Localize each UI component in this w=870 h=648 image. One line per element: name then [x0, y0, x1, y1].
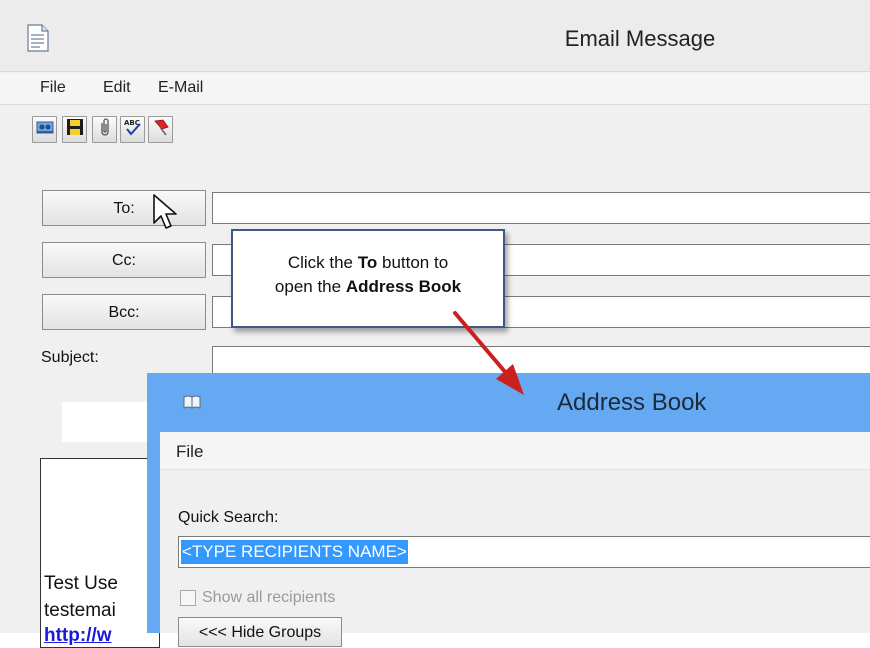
address-book-menu-file[interactable]: File — [176, 442, 203, 462]
menu-email[interactable]: E-Mail — [158, 79, 203, 97]
hide-groups-button[interactable]: <<< Hide Groups — [178, 617, 342, 647]
body-text-line: testemai — [44, 600, 116, 621]
quick-search-selected-text: <TYPE RECIPIENTS NAME> — [181, 540, 408, 564]
toolbar: ABC — [0, 106, 870, 151]
quick-search-input[interactable]: <TYPE RECIPIENTS NAME> — [178, 536, 870, 568]
menu-file[interactable]: File — [40, 79, 66, 97]
menu-edit[interactable]: Edit — [103, 79, 131, 97]
callout-text: Click the — [287, 253, 358, 272]
email-title-bar: Email Message — [0, 0, 870, 72]
address-book-icon — [35, 117, 55, 142]
attach-button[interactable] — [92, 116, 117, 143]
address-book-button[interactable] — [32, 116, 57, 143]
bcc-button[interactable]: Bcc: — [42, 294, 206, 330]
callout-text: open the — [274, 277, 346, 296]
spellcheck-button[interactable]: ABC — [120, 116, 145, 143]
to-field[interactable] — [212, 192, 870, 224]
body-link[interactable]: http://w — [44, 625, 112, 647]
address-book-content: File Quick Search: <TYPE RECIPIENTS NAME… — [160, 432, 870, 647]
address-book-title: Address Book — [557, 389, 707, 416]
callout-bold-text: To — [357, 253, 378, 272]
mouse-pointer-icon — [152, 193, 180, 233]
blank-panel — [62, 402, 152, 442]
to-button[interactable]: To: — [42, 190, 206, 226]
callout-text: button to — [377, 253, 449, 272]
address-book-menu-bar: File — [160, 432, 870, 470]
pin-icon — [151, 117, 171, 142]
pin-button[interactable] — [148, 116, 173, 143]
save-icon — [65, 117, 85, 142]
cc-button[interactable]: Cc: — [42, 242, 206, 278]
spellcheck-icon: ABC — [123, 117, 143, 142]
body-text-line: Test Use — [44, 573, 118, 594]
book-icon — [183, 395, 201, 409]
menu-bar: File Edit E-Mail — [0, 73, 870, 105]
address-book-window: Address Book File Quick Search: <TYPE RE… — [147, 373, 870, 647]
document-icon — [27, 24, 49, 52]
callout-bold-text: Address Book — [345, 277, 462, 296]
attachment-icon — [95, 117, 115, 142]
window-title: Email Message — [564, 26, 716, 51]
callout-arrow-icon — [453, 311, 524, 395]
message-body[interactable]: Test Use testemai http://w — [40, 458, 160, 648]
show-all-recipients-label: Show all recipients — [202, 589, 336, 606]
quick-search-label: Quick Search: — [178, 509, 279, 526]
show-all-recipients-checkbox[interactable] — [180, 590, 196, 606]
save-button[interactable] — [62, 116, 87, 143]
subject-label: Subject: — [41, 349, 99, 366]
